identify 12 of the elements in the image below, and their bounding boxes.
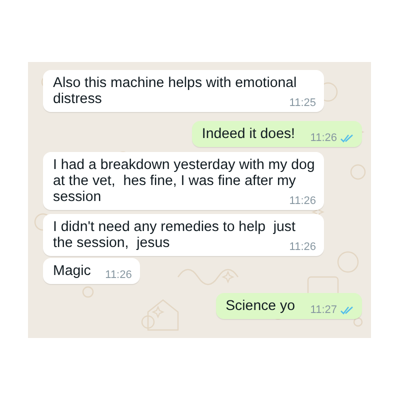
message-time: 11:26 (289, 241, 316, 254)
received-message: Also this machine helps with emotional distress 11:25 (43, 70, 324, 112)
message-time: 11:25 (289, 97, 316, 110)
message-time: 11:26 (289, 195, 316, 208)
received-message: I didn't need any remedies to help just the session, jesus 11:26 (43, 214, 324, 256)
sent-message: Indeed it does! 11:26 (192, 121, 362, 147)
message-time: 11:27 (310, 304, 337, 317)
received-message: Magic 11:26 (43, 258, 140, 284)
message-time: 11:26 (105, 269, 132, 282)
received-message: I had a breakdown yesterday with my dog at the vet, hes fine, I was fine after my session 11:26 (43, 152, 324, 210)
message-time: 11:26 (310, 132, 337, 145)
sent-message: Science yo 11:27 (216, 293, 362, 319)
